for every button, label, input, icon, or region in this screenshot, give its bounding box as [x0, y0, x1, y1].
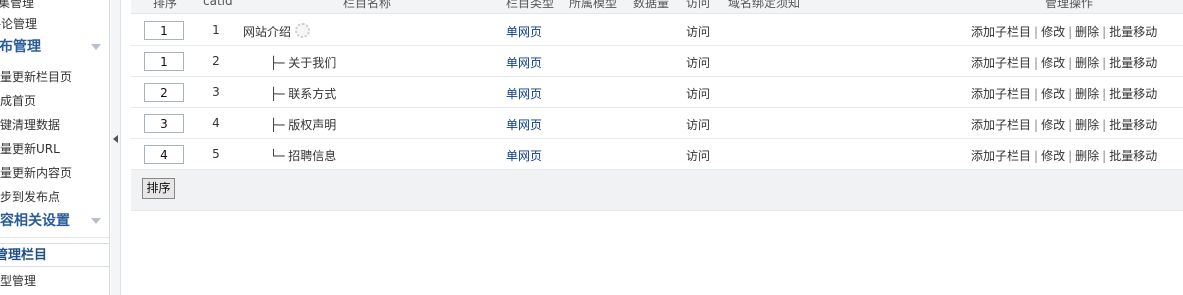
catname-cell: ├─ 联系方式: [270, 87, 337, 101]
catname-cell: ├─ 关于我们: [270, 56, 337, 70]
table-row: 4 ├─ 版权声明 单网页 访问 添加子栏目|修改|删除|批量移动: [131, 108, 1183, 139]
edit-link[interactable]: 修改: [1041, 149, 1065, 163]
batch-move-link[interactable]: 批量移动: [1109, 25, 1157, 39]
sidebar-item-generate-home[interactable]: 生成首页: [0, 90, 36, 112]
add-subcategory-link[interactable]: 添加子栏目: [971, 25, 1031, 39]
visit-link[interactable]: 访问: [686, 116, 710, 133]
sidebar-section-content-settings[interactable]: 内容相关设置: [0, 209, 96, 233]
delete-link[interactable]: 删除: [1075, 56, 1099, 70]
divider: [0, 237, 109, 238]
table-row: 1 网站介绍 单网页 访问 添加子栏目|修改|删除|批量移动: [131, 15, 1183, 46]
catname-cell: ├─ 版权声明: [270, 118, 337, 132]
sidebar-item-model-manage[interactable]: 模型管理: [0, 270, 36, 292]
chevron-left-icon: [113, 135, 118, 143]
ops-cell: 添加子栏目 | 修改 | 删除 | 批量移动: [971, 87, 1158, 101]
chevron-down-icon[interactable]: [91, 218, 101, 224]
sidebar-item-batch-update-url[interactable]: 批量更新URL: [0, 138, 60, 160]
order-input[interactable]: [144, 52, 184, 71]
batch-move-link[interactable]: 批量移动: [1109, 56, 1157, 70]
header-domain: 域名绑定须知: [728, 0, 801, 10]
sidebar-item-manage-category[interactable]: 管理栏目: [0, 243, 109, 267]
sidebar-section-label: 发布管理: [0, 39, 41, 55]
table-header: 排序 catid 栏目名称 栏目类型 所属模型 数据量 访问 域名绑定须知 管理…: [131, 0, 1183, 14]
type-link[interactable]: 单网页: [506, 147, 542, 164]
catid-cell: 5: [212, 147, 220, 161]
batch-move-link[interactable]: 批量移动: [1109, 118, 1157, 132]
header-catid: catid: [203, 0, 233, 8]
order-input[interactable]: [144, 145, 184, 164]
table-row: 5 └─ 招聘信息 单网页 访问 添加子栏目|修改|删除|批量移动: [131, 139, 1183, 170]
sidebar-item-batch-update-category[interactable]: 批量更新栏目页: [0, 66, 72, 88]
delete-link[interactable]: 删除: [1075, 87, 1099, 101]
order-input[interactable]: [144, 83, 184, 102]
sidebar-item-label: 管理栏目: [0, 248, 48, 263]
catname-cell: └─ 招聘信息: [270, 149, 337, 163]
order-input[interactable]: [144, 21, 184, 40]
visit-link[interactable]: 访问: [686, 23, 710, 40]
header-ops: 管理操作: [1045, 0, 1094, 10]
visit-link[interactable]: 访问: [686, 54, 710, 71]
sidebar-collapse-handle[interactable]: [111, 0, 121, 295]
edit-link[interactable]: 修改: [1041, 118, 1065, 132]
header-order: 排序: [153, 0, 178, 10]
ops-cell: 添加子栏目 | 修改 | 删除 | 批量移动: [971, 25, 1158, 39]
chevron-down-icon[interactable]: [91, 44, 101, 50]
edit-link[interactable]: 修改: [1041, 87, 1065, 101]
add-subcategory-link[interactable]: 添加子栏目: [971, 87, 1031, 101]
edit-link[interactable]: 修改: [1041, 25, 1065, 39]
add-subcategory-link[interactable]: 添加子栏目: [971, 118, 1031, 132]
add-subcategory-link[interactable]: 添加子栏目: [971, 56, 1031, 70]
sort-button[interactable]: 排序: [142, 178, 175, 199]
ops-cell: 添加子栏目 | 修改 | 删除 | 批量移动: [971, 56, 1158, 70]
delete-link[interactable]: 删除: [1075, 25, 1099, 39]
sidebar-item-comments[interactable]: 评论管理: [0, 13, 37, 35]
ops-cell: 添加子栏目 | 修改 | 删除 | 批量移动: [971, 149, 1158, 163]
sidebar-item-collect[interactable]: 采集管理: [0, 0, 34, 14]
sidebar-section-publish[interactable]: 发布管理: [0, 35, 95, 59]
catid-cell: 2: [212, 54, 220, 68]
batch-move-link[interactable]: 批量移动: [1109, 87, 1157, 101]
table-row: 3 ├─ 联系方式 单网页 访问 添加子栏目|修改|删除|批量移动: [131, 77, 1183, 108]
delete-link[interactable]: 删除: [1075, 118, 1099, 132]
sidebar-item-sync-publish[interactable]: 同步到发布点: [0, 186, 60, 208]
header-type: 栏目类型: [506, 0, 555, 10]
type-link[interactable]: 单网页: [506, 85, 542, 102]
type-link[interactable]: 单网页: [506, 116, 542, 133]
order-input[interactable]: [144, 114, 184, 133]
sidebar-item-batch-update-content[interactable]: 批量更新内容页: [0, 162, 72, 184]
category-table: 排序 catid 栏目名称 栏目类型 所属模型 数据量 访问 域名绑定须知 管理…: [131, 0, 1183, 295]
add-subcategory-link[interactable]: 添加子栏目: [971, 149, 1031, 163]
sidebar-section-label: 内容相关设置: [0, 213, 70, 229]
ops-cell: 添加子栏目 | 修改 | 删除 | 批量移动: [971, 118, 1158, 132]
catid-cell: 4: [212, 116, 220, 130]
sidebar: 采集管理 评论管理 发布管理 批量更新栏目页 生成首页 一键清理数据 批量更新U…: [0, 0, 110, 295]
visit-link[interactable]: 访问: [686, 85, 710, 102]
delete-link[interactable]: 删除: [1075, 149, 1099, 163]
header-model: 所属模型: [569, 0, 618, 10]
batch-move-link[interactable]: 批量移动: [1109, 149, 1157, 163]
header-count: 数据量: [633, 0, 670, 10]
catname-cell: 网站介绍: [243, 25, 292, 39]
table-row: 2 ├─ 关于我们 单网页 访问 添加子栏目|修改|删除|批量移动: [131, 46, 1183, 77]
edit-link[interactable]: 修改: [1041, 56, 1065, 70]
catid-cell: 3: [212, 85, 220, 99]
gear-icon[interactable]: [295, 23, 310, 38]
type-link[interactable]: 单网页: [506, 23, 542, 40]
type-link[interactable]: 单网页: [506, 54, 542, 71]
visit-link[interactable]: 访问: [686, 147, 710, 164]
sidebar-item-clean-data[interactable]: 一键清理数据: [0, 114, 60, 136]
table-footer: 排序: [131, 170, 1183, 211]
header-catname: 栏目名称: [343, 0, 392, 10]
catid-cell: 1: [212, 23, 220, 37]
header-visit: 访问: [686, 0, 711, 10]
